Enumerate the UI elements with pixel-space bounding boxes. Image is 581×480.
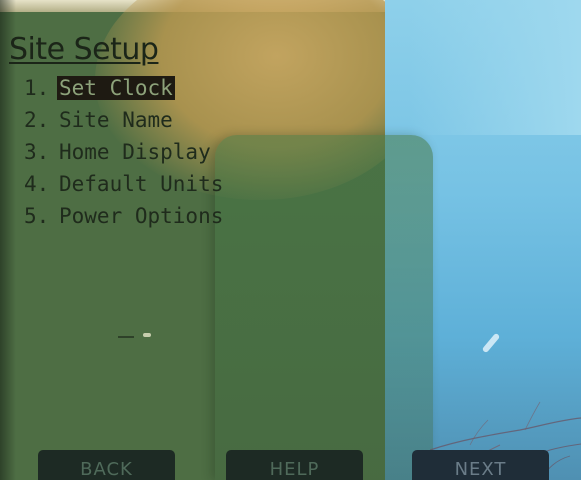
lcd-display-photo: Site Setup 1. Set Clock 2. Site Name 3. … [0, 0, 581, 480]
screen-scratch [118, 336, 134, 338]
sky-reflection-highlight [410, 0, 581, 135]
page-title: Site Setup [9, 32, 159, 67]
menu-item-number: 4. [24, 172, 50, 196]
back-button[interactable]: BACK [38, 450, 175, 480]
menu-item-home-display[interactable]: 3. Home Display [24, 136, 225, 168]
menu-item-label: Set Clock [57, 76, 175, 100]
menu-item-number: 2. [24, 108, 50, 132]
menu-item-label: Home Display [59, 140, 211, 164]
next-button[interactable]: NEXT [412, 450, 549, 480]
menu-item-set-clock[interactable]: 1. Set Clock [24, 72, 225, 104]
setup-menu: 1. Set Clock 2. Site Name 3. Home Displa… [24, 72, 225, 232]
menu-item-number: 3. [24, 140, 50, 164]
menu-item-site-name[interactable]: 2. Site Name [24, 104, 225, 136]
menu-item-label: Default Units [59, 172, 224, 196]
menu-item-label: Power Options [59, 204, 224, 228]
menu-item-default-units[interactable]: 4. Default Units [24, 168, 225, 200]
left-edge-shadow [0, 0, 16, 480]
menu-item-label: Site Name [59, 108, 173, 132]
menu-item-number: 1. [24, 76, 50, 100]
help-button[interactable]: HELP [226, 450, 363, 480]
menu-item-power-options[interactable]: 5. Power Options [24, 200, 225, 232]
menu-item-number: 5. [24, 204, 50, 228]
green-reflection-panel [215, 135, 433, 480]
dust-speck [143, 333, 151, 337]
